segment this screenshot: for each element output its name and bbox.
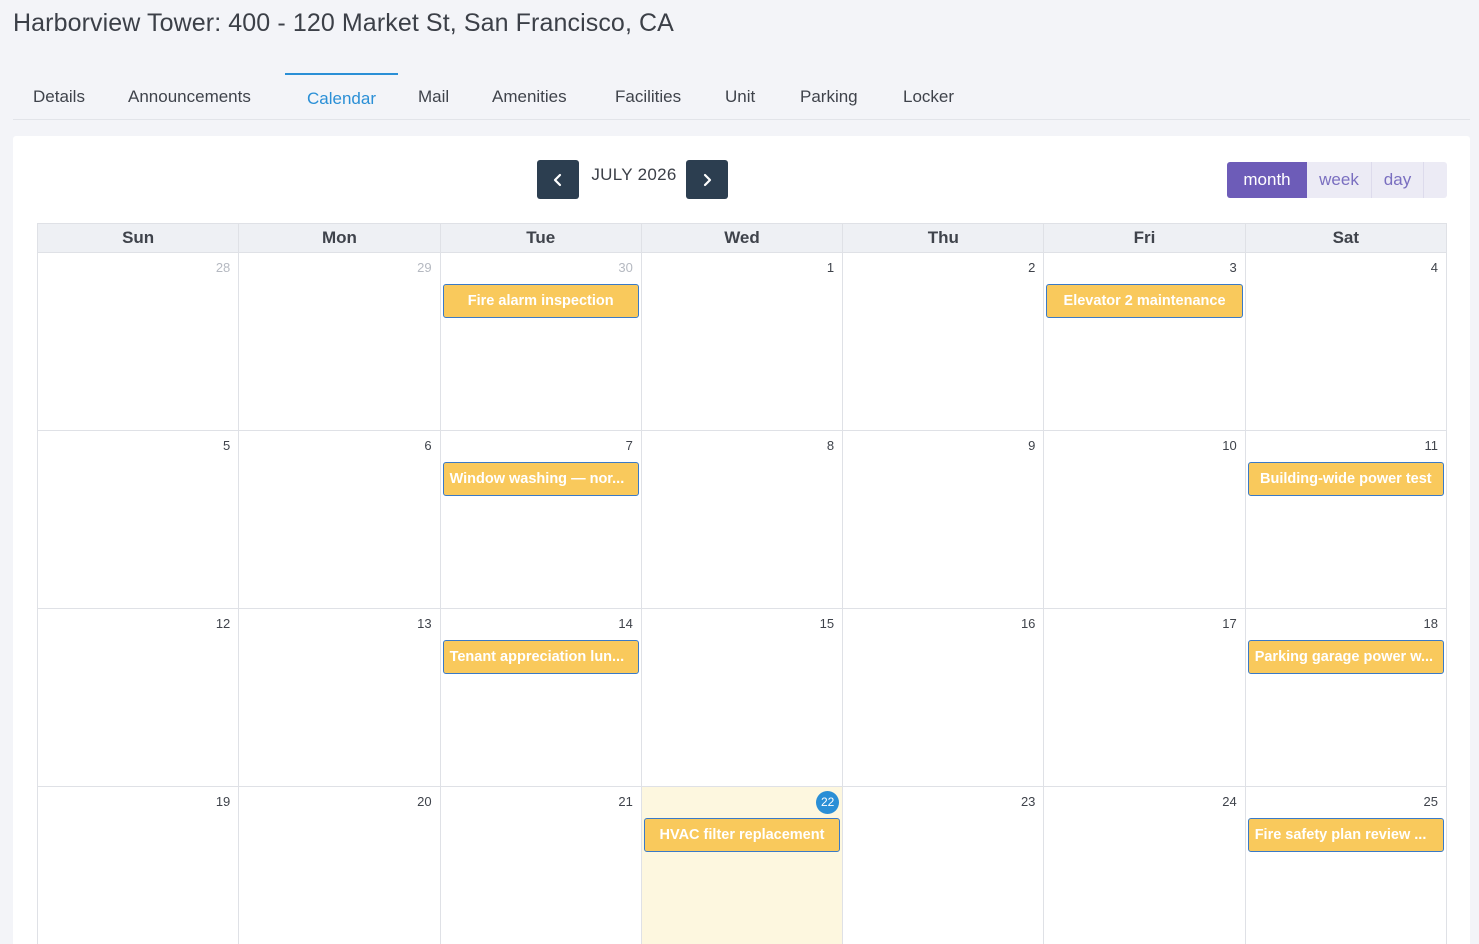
weekday-label: Fri bbox=[1044, 224, 1246, 252]
day-number: 19 bbox=[215, 794, 231, 809]
tab-facilities[interactable]: Facilities bbox=[615, 73, 681, 120]
day-cell[interactable]: 8 bbox=[642, 431, 844, 608]
view-month-button[interactable]: month bbox=[1227, 162, 1307, 198]
day-cell[interactable]: 23 bbox=[843, 787, 1045, 944]
event-tenant-appreciation[interactable]: Tenant appreciation lun... bbox=[442, 640, 639, 674]
day-number: 30 bbox=[618, 260, 633, 275]
day-number: 3 bbox=[1229, 260, 1237, 275]
day-number: 10 bbox=[1222, 438, 1237, 453]
day-number: 17 bbox=[1222, 616, 1237, 631]
today-badge: 22 bbox=[816, 791, 840, 814]
day-number: 15 bbox=[819, 616, 835, 631]
day-number: 12 bbox=[215, 616, 231, 631]
day-number: 6 bbox=[424, 438, 432, 453]
chevron-left-icon bbox=[553, 173, 562, 186]
month-label: JULY 2026 bbox=[591, 165, 677, 184]
tab-announcements[interactable]: Announcements bbox=[128, 73, 251, 120]
view-switcher: month week day bbox=[1227, 162, 1447, 198]
day-cell[interactable]: 25 Fire safety plan review ... bbox=[1246, 787, 1446, 944]
day-number: 28 bbox=[215, 260, 231, 275]
tab-unit[interactable]: Unit bbox=[725, 73, 755, 120]
day-cell[interactable]: 9 bbox=[843, 431, 1045, 608]
day-cell[interactable]: 7 Window washing — nor... bbox=[441, 431, 642, 608]
week-row: 28 29 30 Fire alarm inspection 1 2 3 Ele… bbox=[38, 253, 1446, 431]
event-hvac-filter[interactable]: HVAC filter replacement bbox=[643, 818, 841, 852]
weekday-header: Sun Mon Tue Wed Thu Fri Sat bbox=[38, 224, 1446, 253]
day-number: 2 bbox=[1028, 260, 1036, 275]
day-cell[interactable]: 24 bbox=[1044, 787, 1246, 944]
tab-parking[interactable]: Parking bbox=[800, 73, 858, 120]
tab-locker[interactable]: Locker bbox=[903, 73, 954, 120]
day-cell[interactable]: 5 bbox=[38, 431, 240, 608]
day-cell[interactable]: 13 bbox=[239, 609, 441, 786]
day-number: 23 bbox=[1020, 794, 1036, 809]
day-cell[interactable]: 11 Building-wide power test bbox=[1246, 431, 1446, 608]
week-row: 12 13 14 Tenant appreciation lun... 15 1… bbox=[38, 609, 1446, 787]
day-number: 11 bbox=[1424, 438, 1438, 453]
weekday-label: Tue bbox=[441, 224, 642, 252]
day-cell[interactable]: 21 bbox=[441, 787, 642, 944]
weekday-label: Sat bbox=[1332, 228, 1360, 247]
day-number: 25 bbox=[1423, 794, 1438, 809]
day-cell[interactable]: 20 bbox=[239, 787, 441, 944]
event-parking-garage-power[interactable]: Parking garage power w... bbox=[1247, 640, 1444, 674]
day-cell-today[interactable]: 22 HVAC filter replacement bbox=[641, 787, 844, 944]
day-number: 13 bbox=[417, 616, 432, 631]
day-number: 16 bbox=[1020, 616, 1036, 631]
day-number: 20 bbox=[417, 794, 432, 809]
day-cell[interactable]: 14 Tenant appreciation lun... bbox=[441, 609, 642, 786]
weekday-label: Sun bbox=[38, 224, 240, 252]
day-number: 14 bbox=[618, 616, 633, 631]
event-fire-safety-plan[interactable]: Fire safety plan review ... bbox=[1247, 818, 1444, 852]
day-cell[interactable]: 3 Elevator 2 maintenance bbox=[1044, 253, 1246, 430]
day-cell[interactable]: 30 Fire alarm inspection bbox=[441, 253, 642, 430]
day-number: 5 bbox=[223, 438, 231, 453]
weekday-label: Wed bbox=[642, 224, 844, 252]
day-cell[interactable]: 6 bbox=[239, 431, 441, 608]
chevron-right-icon bbox=[703, 173, 712, 186]
day-cell[interactable]: 10 bbox=[1044, 431, 1246, 608]
tab-mail[interactable]: Mail bbox=[418, 73, 449, 120]
day-cell[interactable]: 19 bbox=[38, 787, 240, 944]
day-number: 21 bbox=[618, 794, 633, 809]
day-cell[interactable]: 16 bbox=[843, 609, 1045, 786]
event-window-washing[interactable]: Window washing — nor... bbox=[442, 462, 639, 496]
day-number: 8 bbox=[826, 438, 835, 453]
day-number: 1 bbox=[826, 260, 835, 275]
tab-amenities[interactable]: Amenities bbox=[492, 73, 567, 120]
event-elevator-maintenance[interactable]: Elevator 2 maintenance bbox=[1046, 284, 1243, 318]
weekday-label: Mon bbox=[239, 224, 441, 252]
tab-bar: Details Announcements Calendar Mail Amen… bbox=[13, 73, 1470, 120]
day-number: 18 bbox=[1423, 616, 1438, 631]
calendar-panel: JULY 2026 month week day Sun Mon Tue Wed… bbox=[13, 136, 1470, 944]
view-week-button[interactable]: week bbox=[1307, 162, 1372, 198]
page-title: Harborview Tower: 400 - 120 Market St, S… bbox=[13, 9, 674, 37]
view-day-button[interactable]: day bbox=[1372, 162, 1424, 198]
next-month-button[interactable] bbox=[686, 160, 728, 199]
day-cell[interactable]: 1 bbox=[642, 253, 844, 430]
day-number: 29 bbox=[417, 260, 432, 275]
day-cell[interactable]: 15 bbox=[642, 609, 844, 786]
day-number: 4 bbox=[1430, 260, 1438, 275]
day-cell[interactable]: 28 bbox=[38, 253, 240, 430]
day-number: 9 bbox=[1028, 438, 1036, 453]
prev-month-button[interactable] bbox=[537, 160, 579, 199]
day-cell[interactable]: 29 bbox=[239, 253, 441, 430]
event-fire-alarm-inspection[interactable]: Fire alarm inspection bbox=[442, 284, 639, 318]
month-grid: Sun Mon Tue Wed Thu Fri Sat 28 29 30 Fir… bbox=[37, 223, 1447, 944]
event-power-test[interactable]: Building-wide power test bbox=[1247, 462, 1444, 496]
tab-details[interactable]: Details bbox=[33, 73, 85, 120]
day-number: 7 bbox=[625, 438, 633, 453]
day-cell[interactable]: 4 bbox=[1246, 253, 1446, 430]
weekday-label: Thu bbox=[843, 224, 1045, 252]
day-cell[interactable]: 12 bbox=[38, 609, 240, 786]
week-row: 19 20 21 22 HVAC filter replacement 23 2… bbox=[38, 787, 1446, 944]
day-cell[interactable]: 17 bbox=[1044, 609, 1246, 786]
day-number: 24 bbox=[1222, 794, 1237, 809]
day-cell[interactable]: 2 bbox=[843, 253, 1045, 430]
week-row: 5 6 7 Window washing — nor... 8 9 10 11 … bbox=[38, 431, 1446, 609]
tab-calendar[interactable]: Calendar bbox=[285, 73, 398, 120]
day-cell[interactable]: 18 Parking garage power w... bbox=[1246, 609, 1446, 786]
